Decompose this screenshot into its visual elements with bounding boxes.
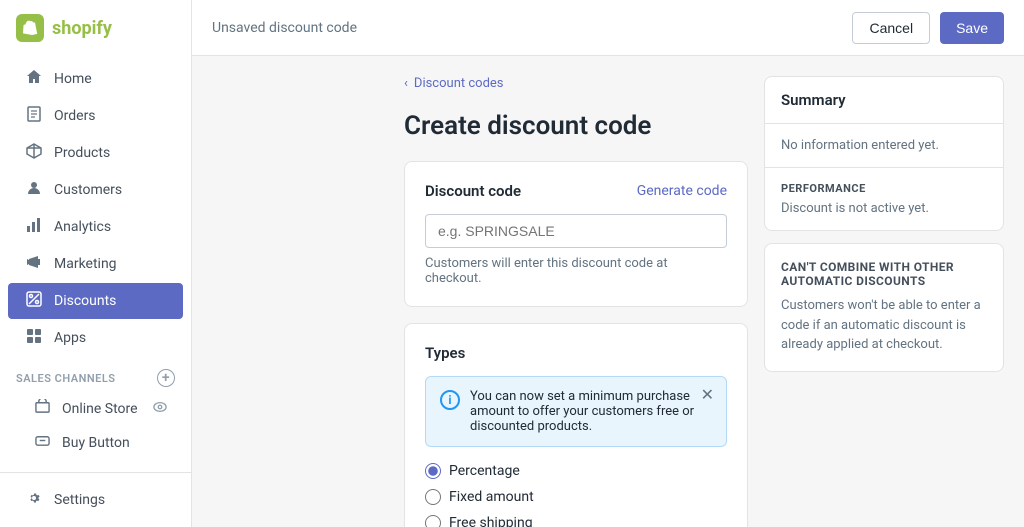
shopify-logo-icon: [16, 14, 44, 42]
radio-fixed-amount[interactable]: Fixed amount: [425, 489, 727, 505]
cancel-button[interactable]: Cancel: [852, 12, 930, 44]
cant-combine-title: CAN'T COMBINE WITH OTHER AUTOMATIC DISCO…: [781, 260, 987, 288]
online-store-visibility-icon: [153, 400, 167, 418]
discount-code-card: Discount code Generate code Customers wi…: [404, 161, 748, 307]
topbar-title: Unsaved discount code: [212, 20, 357, 36]
radio-free-shipping[interactable]: Free shipping: [425, 515, 727, 527]
banner-text: You can now set a minimum purchase amoun…: [470, 389, 712, 434]
sidebar-navigation: Home Orders Products Customers Analytics: [0, 56, 191, 472]
cant-combine-card: CAN'T COMBINE WITH OTHER AUTOMATIC DISCO…: [764, 243, 1004, 372]
sidebar-item-online-store-label: Online Store: [62, 401, 138, 417]
summary-header: Summary: [765, 77, 1003, 124]
online-store-icon: [32, 399, 52, 418]
info-banner: i You can now set a minimum purchase amo…: [425, 376, 727, 447]
radio-percentage-label: Percentage: [449, 463, 520, 479]
types-card-title: Types: [425, 344, 727, 362]
sales-channels-header: SALES CHANNELS +: [0, 357, 191, 391]
summary-body: No information entered yet.: [765, 124, 1003, 167]
sidebar-item-apps[interactable]: Apps: [8, 320, 183, 356]
radio-free-shipping-label: Free shipping: [449, 515, 533, 527]
sidebar-item-customers[interactable]: Customers: [8, 172, 183, 208]
breadcrumb-label: Discount codes: [414, 76, 504, 91]
sidebar-item-orders[interactable]: Orders: [8, 98, 183, 134]
sidebar-logo-text: shopify: [52, 18, 112, 39]
sidebar-settings-label: Settings: [54, 492, 105, 508]
radio-fixed-amount-input[interactable]: [425, 489, 441, 505]
summary-no-info: No information entered yet.: [781, 138, 939, 153]
content-right: Summary No information entered yet. PERF…: [764, 76, 1004, 507]
orders-icon: [24, 106, 44, 126]
discount-code-card-header: Discount code Generate code: [425, 182, 727, 200]
sidebar-logo[interactable]: shopify: [0, 0, 191, 56]
radio-fixed-amount-label: Fixed amount: [449, 489, 534, 505]
sidebar-item-settings[interactable]: Settings: [8, 482, 183, 518]
summary-title: Summary: [781, 91, 846, 109]
main-content: ‹ Discount codes Create discount code Di…: [384, 56, 1024, 527]
apps-icon: [24, 328, 44, 348]
types-card: Types i You can now set a minimum purcha…: [404, 323, 748, 527]
sidebar-item-marketing[interactable]: Marketing: [8, 246, 183, 282]
sidebar-item-analytics[interactable]: Analytics: [8, 209, 183, 245]
sidebar-item-home-label: Home: [54, 71, 92, 87]
products-icon: [24, 143, 44, 163]
sidebar-item-apps-label: Apps: [54, 330, 86, 346]
sidebar-item-products[interactable]: Products: [8, 135, 183, 171]
home-icon: [24, 69, 44, 89]
info-icon: i: [440, 390, 460, 410]
sidebar-item-buy-button[interactable]: Buy Button: [8, 426, 183, 459]
save-button[interactable]: Save: [940, 12, 1004, 44]
add-sales-channel-button[interactable]: +: [157, 369, 175, 387]
settings-icon: [24, 490, 44, 510]
banner-close-button[interactable]: ✕: [701, 387, 714, 403]
customers-icon: [24, 180, 44, 200]
page-title: Create discount code: [404, 111, 748, 141]
discount-code-hint: Customers will enter this discount code …: [425, 256, 727, 286]
sidebar-item-home[interactable]: Home: [8, 61, 183, 97]
sidebar: shopify Home Orders Products Customers: [0, 0, 192, 527]
summary-card: Summary No information entered yet. PERF…: [764, 76, 1004, 231]
radio-free-shipping-input[interactable]: [425, 515, 441, 527]
sidebar-item-online-store[interactable]: Online Store: [8, 392, 183, 425]
cant-combine-text: Customers won't be able to enter a code …: [781, 296, 987, 355]
sidebar-item-products-label: Products: [54, 145, 110, 161]
sidebar-item-discounts[interactable]: Discounts: [8, 283, 183, 319]
performance-title: PERFORMANCE: [781, 182, 987, 195]
sidebar-item-marketing-label: Marketing: [54, 256, 117, 272]
radio-percentage[interactable]: Percentage: [425, 463, 727, 479]
sidebar-item-orders-label: Orders: [54, 108, 96, 124]
sidebar-item-analytics-label: Analytics: [54, 219, 111, 235]
sidebar-settings-section: Settings: [0, 472, 191, 527]
topbar-actions: Cancel Save: [852, 12, 1004, 44]
breadcrumb-arrow-icon: ‹: [404, 76, 408, 91]
content-left: ‹ Discount codes Create discount code Di…: [404, 76, 748, 507]
radio-percentage-input[interactable]: [425, 463, 441, 479]
breadcrumb[interactable]: ‹ Discount codes: [404, 76, 748, 91]
sidebar-item-buy-button-label: Buy Button: [62, 435, 130, 451]
generate-code-link[interactable]: Generate code: [637, 183, 727, 199]
discounts-icon: [24, 291, 44, 311]
sidebar-item-discounts-label: Discounts: [54, 293, 116, 309]
discount-code-input[interactable]: [425, 214, 727, 248]
performance-text: Discount is not active yet.: [781, 201, 987, 216]
marketing-icon: [24, 254, 44, 274]
buy-button-icon: [32, 433, 52, 452]
type-radio-group: Percentage Fixed amount Free shipping Bu…: [425, 463, 727, 527]
topbar: Unsaved discount code Cancel Save: [192, 0, 1024, 56]
performance-section: PERFORMANCE Discount is not active yet.: [765, 167, 1003, 230]
sales-channels-label: SALES CHANNELS: [16, 372, 116, 385]
discount-code-card-title: Discount code: [425, 182, 521, 200]
analytics-icon: [24, 217, 44, 237]
sidebar-item-customers-label: Customers: [54, 182, 122, 198]
